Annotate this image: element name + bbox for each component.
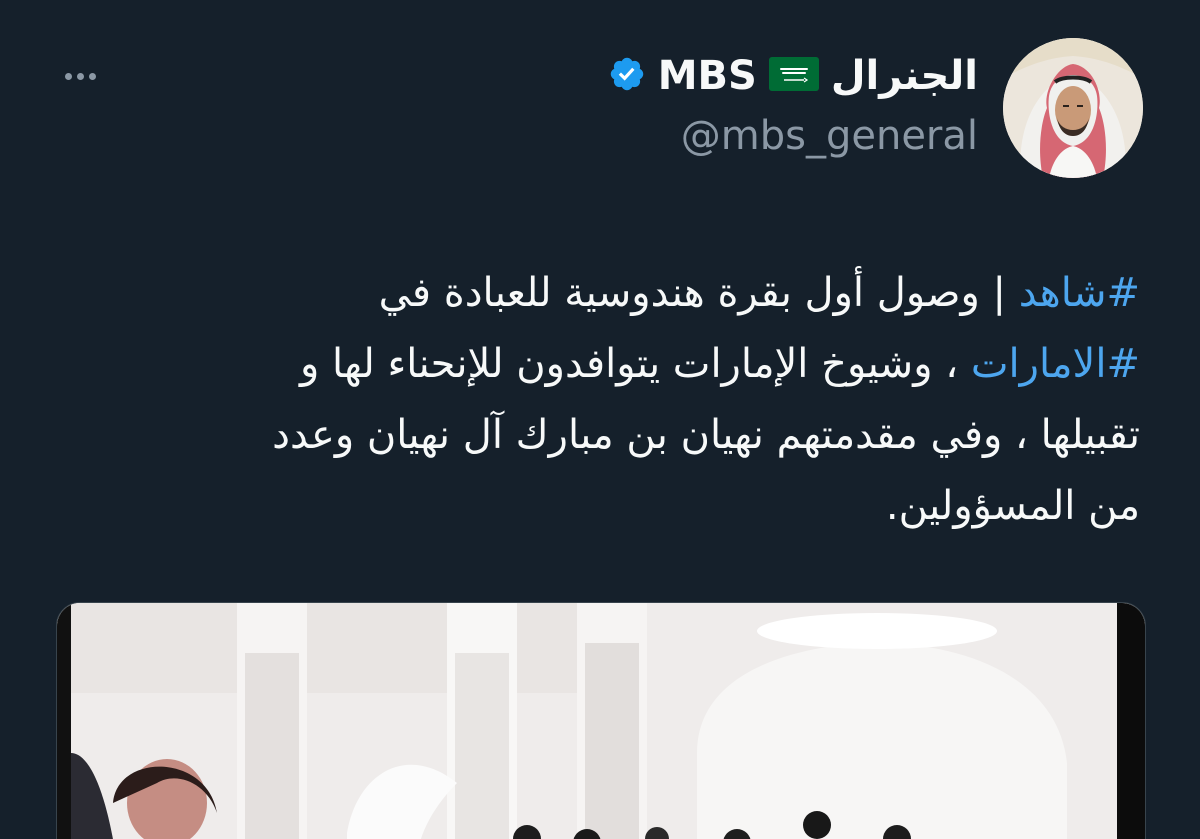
video-thumbnail: [57, 603, 1145, 839]
dot-icon: [64, 72, 72, 80]
media-video[interactable]: [56, 602, 1146, 839]
avatar[interactable]: [1003, 38, 1143, 178]
tweet-text-segment: تقبيلها ، وفي مقدمتهم نهيان بن مبارك آل …: [272, 412, 1140, 458]
hashtag-link[interactable]: #الامارات: [971, 341, 1140, 387]
display-name-arabic: الجنرال: [830, 53, 978, 99]
user-handle[interactable]: @mbs_general: [681, 112, 978, 160]
saudi-flag-icon: [768, 57, 819, 95]
more-options-button[interactable]: [60, 58, 100, 94]
dot-icon: [76, 72, 84, 80]
display-name-latin: MBS: [657, 53, 757, 99]
tweet-card: MBS الجنرال @mbs_general #شاهد | وصول أو…: [0, 0, 1200, 839]
tweet-text: #شاهد | وصول أول بقرة هندوسية للعبادة في…: [60, 258, 1140, 542]
hashtag-link[interactable]: #شاهد: [1019, 270, 1140, 316]
tweet-text-segment: من المسؤولين.: [885, 483, 1140, 529]
verified-badge-icon: [608, 55, 646, 97]
user-name-row[interactable]: MBS الجنرال: [608, 50, 978, 102]
tweet-text-segment: | وصول أول بقرة هندوسية للعبادة في: [378, 270, 1019, 316]
dot-icon: [88, 72, 96, 80]
tweet-text-segment: ، وشيوخ الإمارات يتوافدون للإنحناء لها و: [299, 341, 971, 387]
avatar-image: [1003, 38, 1143, 178]
